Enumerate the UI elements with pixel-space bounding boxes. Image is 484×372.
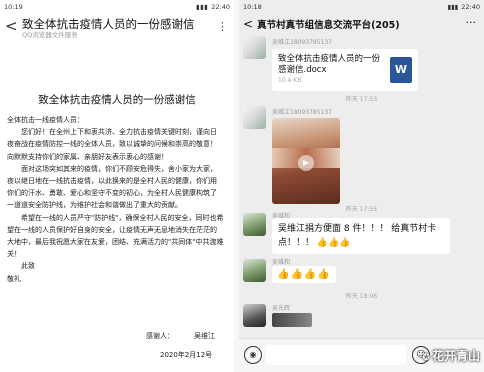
watermark: ✪ 花开青山 xyxy=(422,347,480,364)
document-line: 您们好！在全州上下和衷共济、全力抗击疫情关键时刻，谨向日 xyxy=(21,128,217,137)
document-line: 夜以继日地在一线抗击疫情，以此换来的是全村人民的健康，你们用 xyxy=(7,177,217,186)
status-right: 22:40 xyxy=(211,3,230,11)
document-line: 望在一线的人员保护好自身的安全，让疫情无声无息地消失在茫茫的 xyxy=(7,225,217,234)
emoji-message[interactable]: 👍👍👍👍 xyxy=(272,266,336,283)
back-icon[interactable]: < xyxy=(243,17,253,31)
message-timestamp: 昨天 17:53 xyxy=(345,96,378,103)
document-line: 关！ xyxy=(7,250,21,259)
voice-icon[interactable]: ◉ xyxy=(244,346,262,364)
text-message[interactable]: 吴维江捐方便面 8 件！！！ 给真节村卡点！！！ 👍👍👍 xyxy=(272,218,450,254)
status-bar: 10:18 ▮▮▮ 22:40 xyxy=(239,0,484,13)
document-line: 此致 xyxy=(21,262,35,271)
more-icon[interactable]: ⋮ xyxy=(217,20,228,33)
attachment-thumbnail[interactable] xyxy=(272,313,312,327)
back-icon[interactable]: < xyxy=(5,19,18,34)
avatar[interactable] xyxy=(243,304,266,327)
status-time: 10:19 xyxy=(4,3,23,11)
file-message[interactable]: 致全体抗击疫情人员的一份感谢信.docx 10.4 KB W xyxy=(272,49,418,91)
chat-screen: 10:18 ▮▮▮ 22:40 < 真节村真节组信息交流平台(205) ··· … xyxy=(239,0,484,372)
video-message[interactable]: ▶ xyxy=(272,118,340,204)
avatar[interactable] xyxy=(243,106,266,129)
document-body: 致全体抗击疫情人员的一份感谢信 全体抗击一线疫情人员： 您们好！在全州上下和衷共… xyxy=(0,44,234,285)
document-line: 希望在一线的人员严守"防护线"，确保全村人民的安全，同时也希 xyxy=(21,213,224,222)
page-title: 致全体抗击疫情人员的一份感谢信 xyxy=(22,17,195,31)
avatar[interactable] xyxy=(243,213,266,236)
watermark-text: 花开青山 xyxy=(431,349,480,363)
avatar[interactable] xyxy=(243,259,266,282)
sender-name: 吴光辉 xyxy=(272,305,291,312)
play-icon: ▶ xyxy=(298,155,314,171)
status-bar: 10:19 ▮▮▮ 22:40 xyxy=(0,0,234,14)
status-time: 10:18 xyxy=(243,2,262,11)
chat-header: < 真节村真节组信息交流平台(205) ··· xyxy=(239,13,484,35)
signer-name: 吴维江 xyxy=(194,332,215,340)
chat-title: 真节村真节组信息交流平台(205) xyxy=(257,20,400,31)
signer-label: 感谢人： xyxy=(146,332,174,340)
document-line: 大地中，最后我祝愿大家在友爱，团结、充满活力的"共同体"中共渡难 xyxy=(7,238,224,247)
viewer-header: < 致全体抗击疫情人员的一份感谢信 QQ浏览器文件服务 ⋮ xyxy=(0,14,234,44)
watermark-icon: ✪ xyxy=(422,353,430,363)
sender-name: 吴维江18093785137 xyxy=(272,109,332,116)
sender-name: 吴维和 xyxy=(272,259,291,266)
document-line: 夜奋战在疫情防控一线的全体人员，致以诚挚的问候和崇高的敬意！ xyxy=(7,140,217,149)
document-viewer-screen: 10:19 ▮▮▮ 22:40 < 致全体抗击疫情人员的一份感谢信 QQ浏览器文… xyxy=(0,0,234,372)
document-line: 你们的汗水、勇敢、爱心和坚守不变的初心，为全村人民健康构筑了 xyxy=(7,189,217,198)
document-date: 2020年2月12号 xyxy=(160,351,213,359)
document-line: 敬礼 xyxy=(7,274,21,283)
document-line: 面对这场突如其来的疫情，你们不顾安危得失，舍小家为大家， xyxy=(21,164,217,173)
document-title: 致全体抗击疫情人员的一份感谢信 xyxy=(38,94,196,106)
sender-name: 吴维江18093785137 xyxy=(272,39,332,46)
document-line: 一道道安全防护线，为维护社会和谐做出了重大的贡献。 xyxy=(7,201,182,210)
avatar[interactable] xyxy=(243,36,266,59)
word-doc-icon: W xyxy=(390,57,412,83)
document-line: 全体抗击一线疫情人员： xyxy=(7,116,84,124)
message-timestamp: 昨天 18:06 xyxy=(345,293,378,300)
file-name: 致全体抗击疫情人员的一份感谢信.docx xyxy=(278,54,381,75)
page-subtitle: QQ浏览器文件服务 xyxy=(22,31,78,39)
signal-icon: ▮▮▮ xyxy=(447,2,459,11)
status-right: 22:40 xyxy=(461,2,480,11)
signal-icon: ▮▮▮ xyxy=(196,3,209,11)
document-line: 向默默支持你们的家属、亲朋好友表示衷心的感谢！ xyxy=(7,152,168,161)
input-bar: ◉ ☺ ✪ 花开青山 xyxy=(239,338,484,372)
more-icon[interactable]: ··· xyxy=(466,16,477,29)
message-input[interactable] xyxy=(266,345,406,365)
